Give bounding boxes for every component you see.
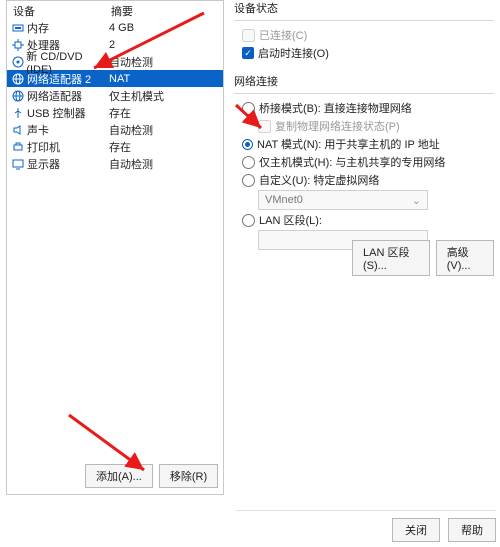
label: 显示器 [27, 156, 60, 172]
label: 内存 [27, 20, 49, 36]
usb-icon [11, 106, 25, 120]
label: NAT 模式(N): 用于共享主机的 IP 地址 [257, 136, 440, 152]
display-icon [11, 157, 25, 171]
label: 打印机 [27, 139, 60, 155]
add-button[interactable]: 添加(A)... [85, 464, 153, 488]
connected-check[interactable]: 已连接(C) [242, 27, 494, 43]
label: 网络适配器 [27, 88, 82, 104]
value: NAT [107, 73, 130, 85]
replicate-check[interactable]: 复制物理网络连接状态(P) [258, 118, 494, 134]
vnet-select-row: VMnet0 [258, 190, 494, 210]
value: 4 GB [107, 22, 134, 34]
net-icon [11, 89, 25, 103]
label: 桥接模式(B): 直接连接物理网络 [259, 100, 412, 116]
custom-radio[interactable]: 自定义(U): 特定虚拟网络 [242, 172, 494, 188]
label: 启动时连接(O) [258, 45, 329, 61]
col-device: 设备 [13, 3, 111, 17]
label: LAN 区段(L): [259, 212, 322, 228]
col-summary: 摘要 [111, 3, 133, 17]
radio[interactable] [242, 156, 255, 169]
list-header: 设备 摘要 [7, 1, 223, 19]
radio-selected-icon [242, 139, 253, 150]
row-cd[interactable]: 新 CD/DVD (IDE) 自动检测 [7, 53, 223, 70]
label: USB 控制器 [27, 105, 86, 121]
status-title: 设备状态 [234, 0, 494, 16]
remove-button[interactable]: 移除(R) [159, 464, 218, 488]
connect-on-check[interactable]: ✓ 启动时连接(O) [242, 45, 494, 61]
value: 存在 [107, 139, 131, 155]
net-icon [11, 72, 25, 86]
row-printer[interactable]: 打印机 存在 [7, 138, 223, 155]
row-sound[interactable]: 声卡 自动检测 [7, 121, 223, 138]
row-net1[interactable]: 网络适配器 仅主机模式 [7, 87, 223, 104]
row-net2[interactable]: 网络适配器 2 NAT [7, 70, 223, 87]
lan-radio[interactable]: LAN 区段(L): [242, 212, 494, 228]
lan-segments-button[interactable]: LAN 区段(S)... [352, 240, 430, 276]
value: 自动检测 [107, 156, 153, 172]
row-usb[interactable]: USB 控制器 存在 [7, 104, 223, 121]
net-title: 网络连接 [234, 73, 494, 89]
vnet-select[interactable]: VMnet0 [258, 190, 428, 210]
value: 存在 [107, 105, 131, 121]
footer: 关闭 帮助 [236, 510, 496, 540]
radio[interactable] [242, 174, 255, 187]
hostonly-radio[interactable]: 仅主机模式(H): 与主机共享的专用网络 [242, 154, 494, 170]
divider [234, 93, 494, 94]
settings-pane: 设备状态 已连接(C) ✓ 启动时连接(O) 网络连接 桥接模式(B): 直接连… [234, 0, 494, 252]
advanced-button[interactable]: 高级(V)... [436, 240, 494, 276]
help-button[interactable]: 帮助 [448, 518, 496, 542]
row-display[interactable]: 显示器 自动检测 [7, 155, 223, 172]
label: 声卡 [27, 122, 49, 138]
memory-icon [11, 21, 25, 35]
bridge-radio[interactable]: 桥接模式(B): 直接连接物理网络 [242, 100, 494, 116]
value: 2 [107, 39, 115, 51]
checkbox-icon: ✓ [242, 47, 254, 59]
checkbox [258, 120, 271, 133]
nat-radio[interactable]: NAT 模式(N): 用于共享主机的 IP 地址 [242, 136, 494, 152]
label: 复制物理网络连接状态(P) [275, 118, 400, 134]
close-button[interactable]: 关闭 [392, 518, 440, 542]
label: 网络适配器 2 [27, 71, 91, 87]
cd-icon [11, 55, 24, 69]
value: 自动检测 [107, 122, 153, 138]
label: 已连接(C) [259, 27, 307, 43]
row-memory[interactable]: 内存 4 GB [7, 19, 223, 36]
sound-icon [11, 123, 25, 137]
value: 自动检测 [107, 54, 153, 70]
divider [234, 20, 494, 21]
checkbox [242, 29, 255, 42]
radio[interactable] [242, 102, 255, 115]
radio[interactable] [242, 214, 255, 227]
value: 仅主机模式 [107, 88, 164, 104]
label: 仅主机模式(H): 与主机共享的专用网络 [259, 154, 445, 170]
printer-icon [11, 140, 25, 154]
device-list-pane: 设备 摘要 内存 4 GB 处理器 2 新 CD/DVD (IDE) 自动检测 … [6, 0, 224, 495]
label: 自定义(U): 特定虚拟网络 [259, 172, 379, 188]
